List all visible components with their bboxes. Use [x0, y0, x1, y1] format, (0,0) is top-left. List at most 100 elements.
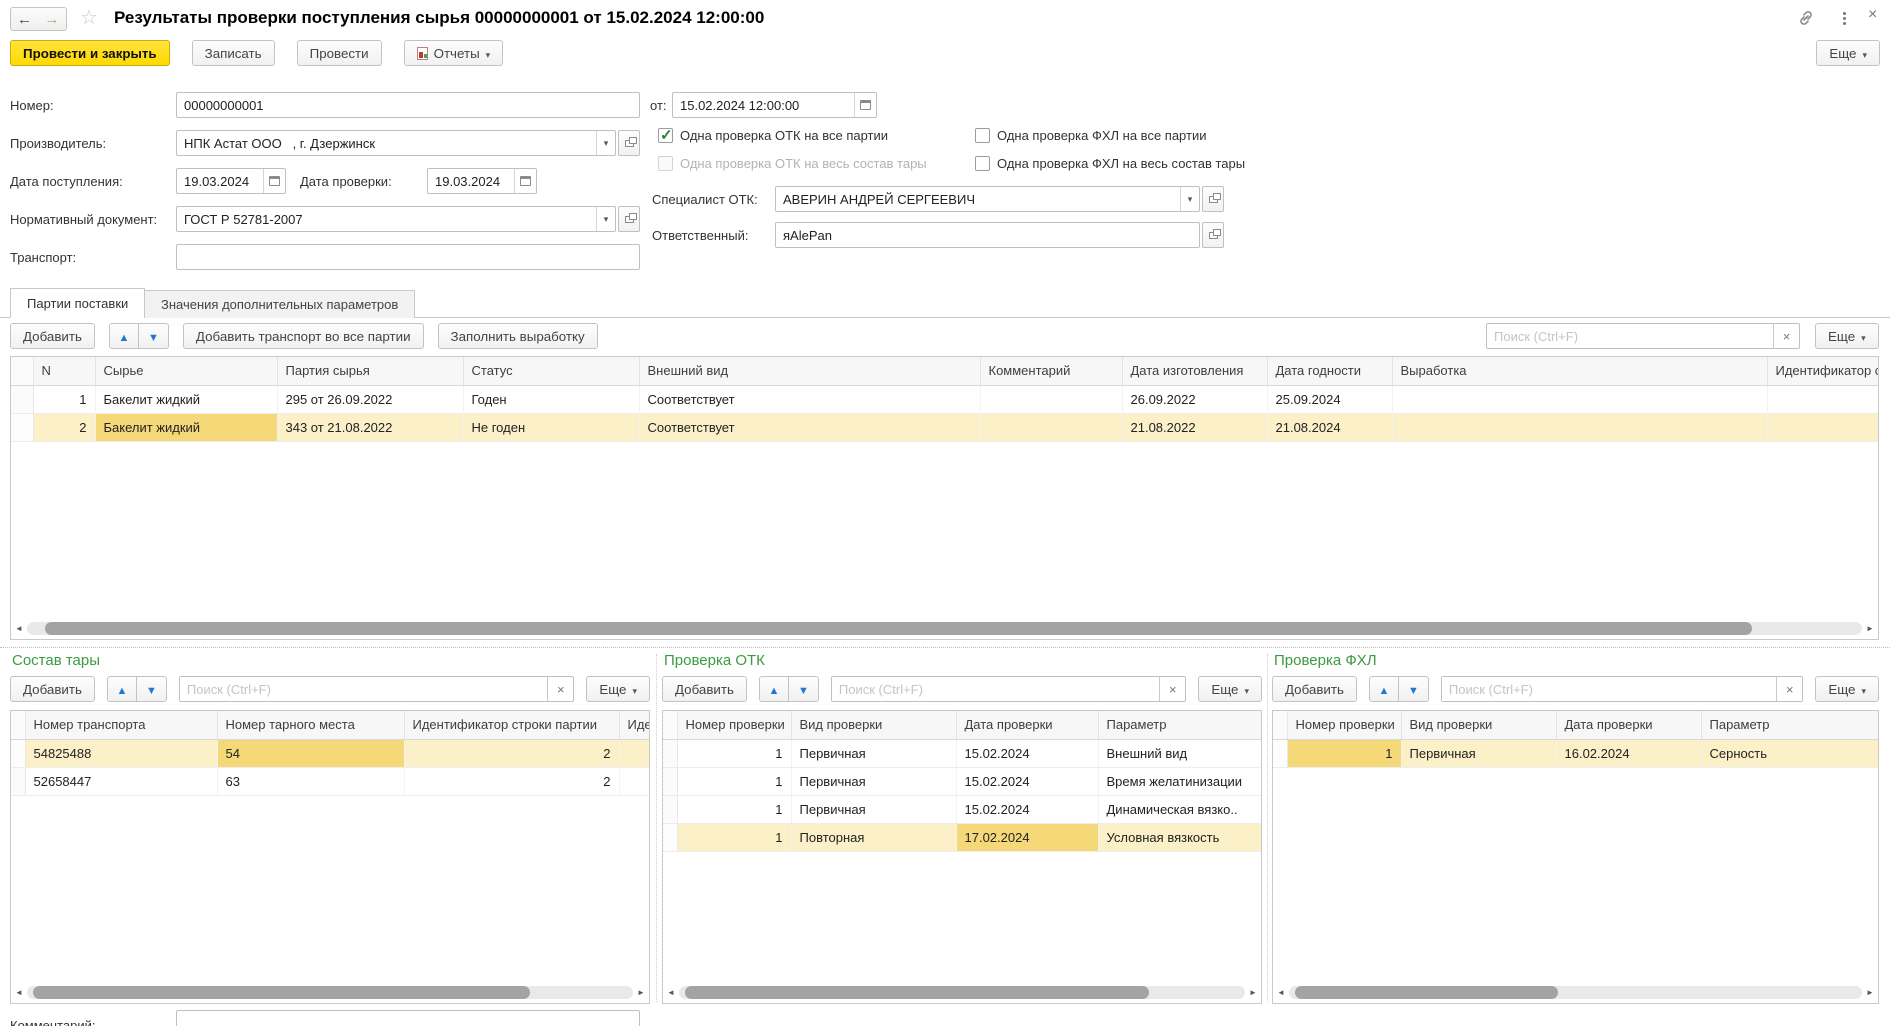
close-icon[interactable] — [1868, 6, 1877, 24]
cell-parameter[interactable]: Серность — [1701, 739, 1878, 767]
tare-row-2[interactable]: 52658447 63 2 — [11, 767, 649, 795]
cell-output[interactable] — [1392, 413, 1767, 441]
cell-check-number[interactable]: 1 — [677, 823, 791, 851]
vertical-splitter[interactable] — [656, 654, 657, 1002]
cell-check-type[interactable]: Первичная — [1401, 739, 1556, 767]
otk-specialist-open-button[interactable] — [1202, 186, 1224, 212]
cell-check-type[interactable]: Повторная — [791, 823, 956, 851]
cell-parameter[interactable]: Время желатинизации — [1098, 767, 1261, 795]
col-check-type[interactable]: Вид проверки — [1401, 711, 1556, 739]
checkbox-fhl-all-batches[interactable]: Одна проверка ФХЛ на все партии — [975, 128, 1206, 143]
cell-clipped[interactable] — [619, 739, 649, 767]
cell-check-date[interactable]: 15.02.2024 — [956, 795, 1098, 823]
cell-expiry-date[interactable]: 25.09.2024 — [1267, 385, 1392, 413]
cell-transport-number[interactable]: 54825488 — [25, 739, 217, 767]
tab-batches[interactable]: Партии поставки — [10, 288, 145, 318]
horizontal-splitter[interactable] — [0, 647, 1890, 648]
cell-material-selected[interactable]: Бакелит жидкий — [95, 413, 277, 441]
cell-status[interactable]: Не годен — [463, 413, 639, 441]
from-date-calendar-button[interactable] — [854, 93, 876, 117]
fhl-more-button[interactable]: Еще — [1815, 676, 1879, 702]
normative-doc-open-button[interactable] — [618, 206, 640, 232]
col-comment[interactable]: Комментарий — [980, 357, 1122, 385]
cell-batch-row-id[interactable]: 2 — [404, 739, 619, 767]
col-transport-number[interactable]: Номер транспорта — [25, 711, 217, 739]
tare-more-button[interactable]: Еще — [586, 676, 650, 702]
cell-identifier[interactable] — [1767, 385, 1878, 413]
tare-row-1-selected[interactable]: 54825488 54 2 — [11, 739, 649, 767]
from-date-input[interactable] — [673, 93, 854, 117]
batch-row-1[interactable]: 1 Бакелит жидкий 295 от 26.09.2022 Годен… — [11, 385, 1878, 413]
cell-production-date[interactable]: 26.09.2022 — [1122, 385, 1267, 413]
cell-comment[interactable] — [980, 413, 1122, 441]
col-clipped[interactable]: Иде — [619, 711, 649, 739]
more-menu-kebab-icon[interactable] — [1843, 12, 1846, 15]
scrollbar-thumb[interactable] — [33, 986, 530, 999]
fhl-search-input[interactable] — [1442, 677, 1776, 701]
comment-input[interactable] — [177, 1011, 639, 1026]
batch-row-2-selected[interactable]: 2 Бакелит жидкий 343 от 21.08.2022 Не го… — [11, 413, 1878, 441]
scrollbar-thumb[interactable] — [45, 622, 1752, 635]
responsible-input[interactable] — [776, 223, 1199, 247]
cell-parameter[interactable]: Динамическая вязко.. — [1098, 795, 1261, 823]
cell-transport-number[interactable]: 52658447 — [25, 767, 217, 795]
move-up-button[interactable] — [107, 676, 137, 702]
tab-extra-params[interactable]: Значения дополнительных параметров — [144, 290, 415, 318]
clear-search-icon[interactable] — [1776, 677, 1802, 701]
otk-row-1[interactable]: 1 Первичная 15.02.2024 Внешний вид — [663, 739, 1261, 767]
scroll-right-icon[interactable] — [1864, 624, 1876, 633]
add-transport-button[interactable]: Добавить транспорт во все партии — [183, 323, 424, 349]
cell-check-date[interactable]: 16.02.2024 — [1556, 739, 1701, 767]
col-identifier[interactable]: Идентификатор с — [1767, 357, 1878, 385]
move-up-button[interactable] — [1369, 676, 1399, 702]
scrollbar-thumb[interactable] — [1295, 986, 1559, 999]
col-check-date[interactable]: Дата проверки — [956, 711, 1098, 739]
cell-output[interactable] — [1392, 385, 1767, 413]
otk-row-4-selected[interactable]: 1 Повторная 17.02.2024 Условная вязкость — [663, 823, 1261, 851]
move-up-button[interactable] — [109, 323, 139, 349]
scroll-right-icon[interactable] — [635, 988, 647, 997]
batch-search-input[interactable] — [1487, 324, 1773, 348]
cell-n[interactable]: 1 — [33, 385, 95, 413]
col-output[interactable]: Выработка — [1392, 357, 1767, 385]
number-input[interactable] — [177, 93, 639, 117]
col-n[interactable]: N — [33, 357, 95, 385]
cell-batch[interactable]: 343 от 21.08.2022 — [277, 413, 463, 441]
cell-check-number[interactable]: 1 — [677, 795, 791, 823]
forward-button[interactable] — [38, 7, 67, 31]
cell-clipped[interactable] — [619, 767, 649, 795]
write-button[interactable]: Записать — [192, 40, 275, 66]
responsible-open-button[interactable] — [1202, 222, 1224, 248]
vertical-splitter[interactable] — [1267, 654, 1268, 1002]
col-expiry-date[interactable]: Дата годности — [1267, 357, 1392, 385]
normative-doc-input[interactable] — [177, 207, 596, 231]
cell-appearance[interactable]: Соответствует — [639, 385, 980, 413]
cell-status[interactable]: Годен — [463, 385, 639, 413]
col-check-type[interactable]: Вид проверки — [791, 711, 956, 739]
col-check-date[interactable]: Дата проверки — [1556, 711, 1701, 739]
scroll-left-icon[interactable] — [13, 624, 25, 633]
fhl-row-1-selected[interactable]: 1 Первичная 16.02.2024 Серность — [1273, 739, 1878, 767]
otk-add-button[interactable]: Добавить — [662, 676, 747, 702]
otk-row-2[interactable]: 1 Первичная 15.02.2024 Время желатинизац… — [663, 767, 1261, 795]
link-icon[interactable] — [1797, 9, 1815, 27]
tare-search-input[interactable] — [180, 677, 547, 701]
checkbox-otk-all-batches[interactable]: Одна проверка ОТК на все партии — [658, 128, 888, 143]
col-parameter[interactable]: Параметр — [1701, 711, 1878, 739]
col-production-date[interactable]: Дата изготовления — [1122, 357, 1267, 385]
check-date-input[interactable] — [428, 169, 514, 193]
cell-check-type[interactable]: Первичная — [791, 739, 956, 767]
scroll-left-icon[interactable] — [1275, 988, 1287, 997]
otk-search-input[interactable] — [832, 677, 1159, 701]
check-date-calendar-button[interactable] — [514, 169, 536, 193]
cell-check-date[interactable]: 15.02.2024 — [956, 767, 1098, 795]
col-parameter[interactable]: Параметр — [1098, 711, 1261, 739]
cell-check-type[interactable]: Первичная — [791, 795, 956, 823]
col-tare-place-number[interactable]: Номер тарного места — [217, 711, 404, 739]
col-check-number[interactable]: Номер проверки — [677, 711, 791, 739]
batch-more-button[interactable]: Еще — [1815, 323, 1879, 349]
cell-check-type[interactable]: Первичная — [791, 767, 956, 795]
cell-production-date[interactable]: 21.08.2022 — [1122, 413, 1267, 441]
cell-n[interactable]: 2 — [33, 413, 95, 441]
manufacturer-dropdown-button[interactable] — [596, 131, 615, 155]
